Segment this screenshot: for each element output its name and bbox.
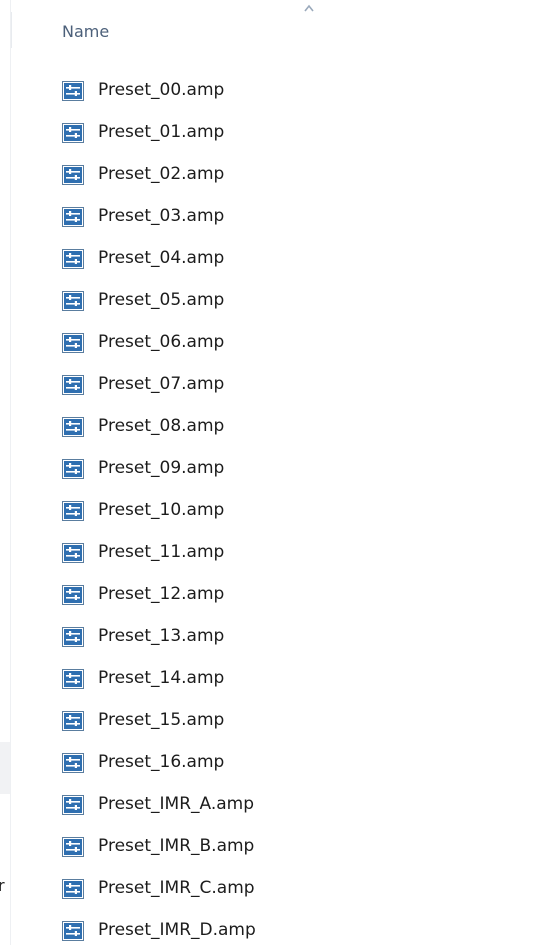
settings-file-icon — [62, 123, 84, 143]
column-separator[interactable] — [11, 12, 12, 48]
settings-file-icon — [62, 585, 84, 605]
file-row[interactable]: Preset_04.amp — [0, 238, 543, 280]
file-name: Preset_06.amp — [98, 332, 225, 352]
file-name: Preset_13.amp — [98, 626, 225, 646]
file-name: Preset_03.amp — [98, 206, 225, 226]
settings-file-icon — [62, 291, 84, 311]
file-name: Preset_IMR_D.amp — [98, 920, 256, 940]
file-name: Preset_16.amp — [98, 752, 225, 772]
file-name: Preset_07.amp — [98, 374, 225, 394]
file-name: Preset_IMR_A.amp — [98, 794, 255, 814]
file-explorer-view: r Name Preset_00.amp Preset_01.amp Prese… — [0, 0, 543, 945]
file-row[interactable]: Preset_07.amp — [0, 364, 543, 406]
column-header-label: Name — [62, 22, 110, 41]
file-name: Preset_11.amp — [98, 542, 225, 562]
file-row[interactable]: Preset_12.amp — [0, 574, 543, 616]
file-row[interactable]: Preset_05.amp — [0, 280, 543, 322]
settings-file-icon — [62, 711, 84, 731]
settings-file-icon — [62, 753, 84, 773]
file-name: Preset_04.amp — [98, 248, 225, 268]
file-row[interactable]: Preset_IMR_A.amp — [0, 784, 543, 826]
file-name: Preset_08.amp — [98, 416, 225, 436]
file-list: Preset_00.amp Preset_01.amp Preset_02.am… — [0, 70, 543, 945]
file-name: Preset_12.amp — [98, 584, 225, 604]
file-name: Preset_09.amp — [98, 458, 225, 478]
settings-file-icon — [62, 879, 84, 899]
file-name: Preset_15.amp — [98, 710, 225, 730]
settings-file-icon — [62, 375, 84, 395]
file-name: Preset_00.amp — [98, 80, 225, 100]
file-row[interactable]: Preset_11.amp — [0, 532, 543, 574]
file-row[interactable]: Preset_02.amp — [0, 154, 543, 196]
settings-file-icon — [62, 333, 84, 353]
file-name: Preset_IMR_C.amp — [98, 878, 255, 898]
file-row[interactable]: Preset_03.amp — [0, 196, 543, 238]
settings-file-icon — [62, 837, 84, 857]
file-row[interactable]: Preset_IMR_D.amp — [0, 910, 543, 945]
file-name: Preset_10.amp — [98, 500, 225, 520]
file-row[interactable]: Preset_09.amp — [0, 448, 543, 490]
settings-file-icon — [62, 81, 84, 101]
settings-file-icon — [62, 207, 84, 227]
file-name: Preset_14.amp — [98, 668, 225, 688]
file-row[interactable]: Preset_IMR_B.amp — [0, 826, 543, 868]
sort-ascending-icon — [304, 4, 314, 12]
settings-file-icon — [62, 501, 84, 521]
file-row[interactable]: Preset_IMR_C.amp — [0, 868, 543, 910]
file-row[interactable]: Preset_06.amp — [0, 322, 543, 364]
file-name: Preset_IMR_B.amp — [98, 836, 255, 856]
settings-file-icon — [62, 669, 84, 689]
settings-file-icon — [62, 627, 84, 647]
settings-file-icon — [62, 795, 84, 815]
settings-file-icon — [62, 459, 84, 479]
file-name: Preset_05.amp — [98, 290, 225, 310]
file-name: Preset_02.amp — [98, 164, 225, 184]
file-row[interactable]: Preset_14.amp — [0, 658, 543, 700]
file-row[interactable]: Preset_10.amp — [0, 490, 543, 532]
settings-file-icon — [62, 921, 84, 941]
file-row[interactable]: Preset_13.amp — [0, 616, 543, 658]
column-header-name[interactable]: Name — [11, 0, 543, 60]
settings-file-icon — [62, 543, 84, 563]
file-row[interactable]: Preset_00.amp — [0, 70, 543, 112]
file-name: Preset_01.amp — [98, 122, 225, 142]
settings-file-icon — [62, 165, 84, 185]
file-row[interactable]: Preset_15.amp — [0, 700, 543, 742]
file-row[interactable]: Preset_01.amp — [0, 112, 543, 154]
settings-file-icon — [62, 417, 84, 437]
settings-file-icon — [62, 249, 84, 269]
file-row[interactable]: Preset_08.amp — [0, 406, 543, 448]
file-row[interactable]: Preset_16.amp — [0, 742, 543, 784]
